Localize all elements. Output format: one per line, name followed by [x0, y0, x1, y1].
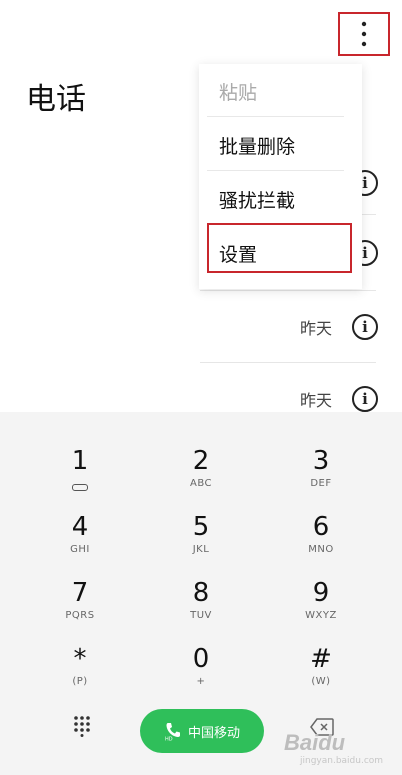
- key-letters: GHI: [70, 544, 90, 555]
- row-divider: [200, 362, 376, 363]
- key-digit: 1: [71, 446, 89, 476]
- key-letters: WXYZ: [305, 610, 337, 621]
- overflow-menu: 粘贴 批量删除 骚扰拦截 设置: [199, 64, 362, 289]
- menu-item-harassment-block[interactable]: 骚扰拦截: [219, 186, 295, 213]
- key-digit: 5: [192, 512, 210, 542]
- call-log-row[interactable]: 昨天 i: [300, 386, 378, 412]
- call-button-label: 中国移动: [187, 725, 240, 741]
- key-letters: (P): [72, 676, 88, 687]
- menu-item-settings[interactable]: 设置: [219, 240, 257, 267]
- key-digit: 0: [192, 644, 210, 674]
- call-log-row[interactable]: 昨天 i: [300, 314, 378, 340]
- info-icon[interactable]: i: [352, 314, 378, 340]
- key-letters: ABC: [189, 478, 212, 489]
- key-9[interactable]: 9 WXYZ: [261, 578, 381, 642]
- key-digit: 4: [71, 512, 89, 542]
- key-digit: 9: [312, 578, 330, 608]
- dial-pad: 1 2 ABC 3 DEF 4 GHI 5 JKL 6 MNO 7 PQRS 8…: [0, 412, 402, 775]
- call-time: 昨天: [299, 391, 332, 410]
- key-star[interactable]: * (P): [20, 644, 140, 708]
- key-letters: MNO: [308, 544, 334, 555]
- key-2[interactable]: 2 ABC: [141, 446, 261, 510]
- call-button[interactable]: HD 中国移动: [140, 709, 264, 753]
- info-icon[interactable]: i: [352, 386, 378, 412]
- key-digit: 7: [71, 578, 89, 608]
- watermark-url: jingyan.baidu.com: [300, 756, 384, 766]
- key-digit: #: [310, 644, 332, 674]
- key-1[interactable]: 1: [20, 446, 140, 510]
- menu-divider: [207, 116, 344, 117]
- more-vertical-icon: [361, 21, 367, 47]
- menu-divider: [207, 170, 344, 171]
- key-letters: DEF: [310, 478, 332, 489]
- menu-item-paste[interactable]: 粘贴: [219, 78, 257, 105]
- more-options-button[interactable]: [338, 12, 390, 56]
- voicemail-icon: [72, 484, 88, 491]
- key-digit: 2: [192, 446, 210, 476]
- key-digit: 3: [312, 446, 330, 476]
- call-time: 昨天: [299, 319, 332, 338]
- key-8[interactable]: 8 TUV: [141, 578, 261, 642]
- key-5[interactable]: 5 JKL: [141, 512, 261, 576]
- key-letters: +: [196, 676, 206, 687]
- watermark-logo: Baidu: [284, 730, 346, 755]
- key-3[interactable]: 3 DEF: [261, 446, 381, 510]
- key-letters: TUV: [190, 610, 212, 621]
- key-4[interactable]: 4 GHI: [20, 512, 140, 576]
- row-divider: [200, 290, 376, 291]
- key-letters: JKL: [192, 544, 210, 555]
- key-letters: PQRS: [65, 610, 95, 621]
- phone-hd-icon: HD: [165, 723, 180, 742]
- page-title: 电话: [26, 82, 86, 117]
- dialpad-toggle-icon[interactable]: [72, 715, 92, 737]
- key-7[interactable]: 7 PQRS: [20, 578, 140, 642]
- key-digit: *: [73, 644, 87, 674]
- menu-item-batch-delete[interactable]: 批量删除: [219, 132, 295, 159]
- key-letters: (W): [311, 676, 331, 687]
- key-digit: 6: [312, 512, 330, 542]
- key-6[interactable]: 6 MNO: [261, 512, 381, 576]
- key-hash[interactable]: # (W): [261, 644, 381, 708]
- key-digit: 8: [192, 578, 210, 608]
- key-0[interactable]: 0 +: [141, 644, 261, 708]
- hd-badge: HD: [165, 737, 173, 742]
